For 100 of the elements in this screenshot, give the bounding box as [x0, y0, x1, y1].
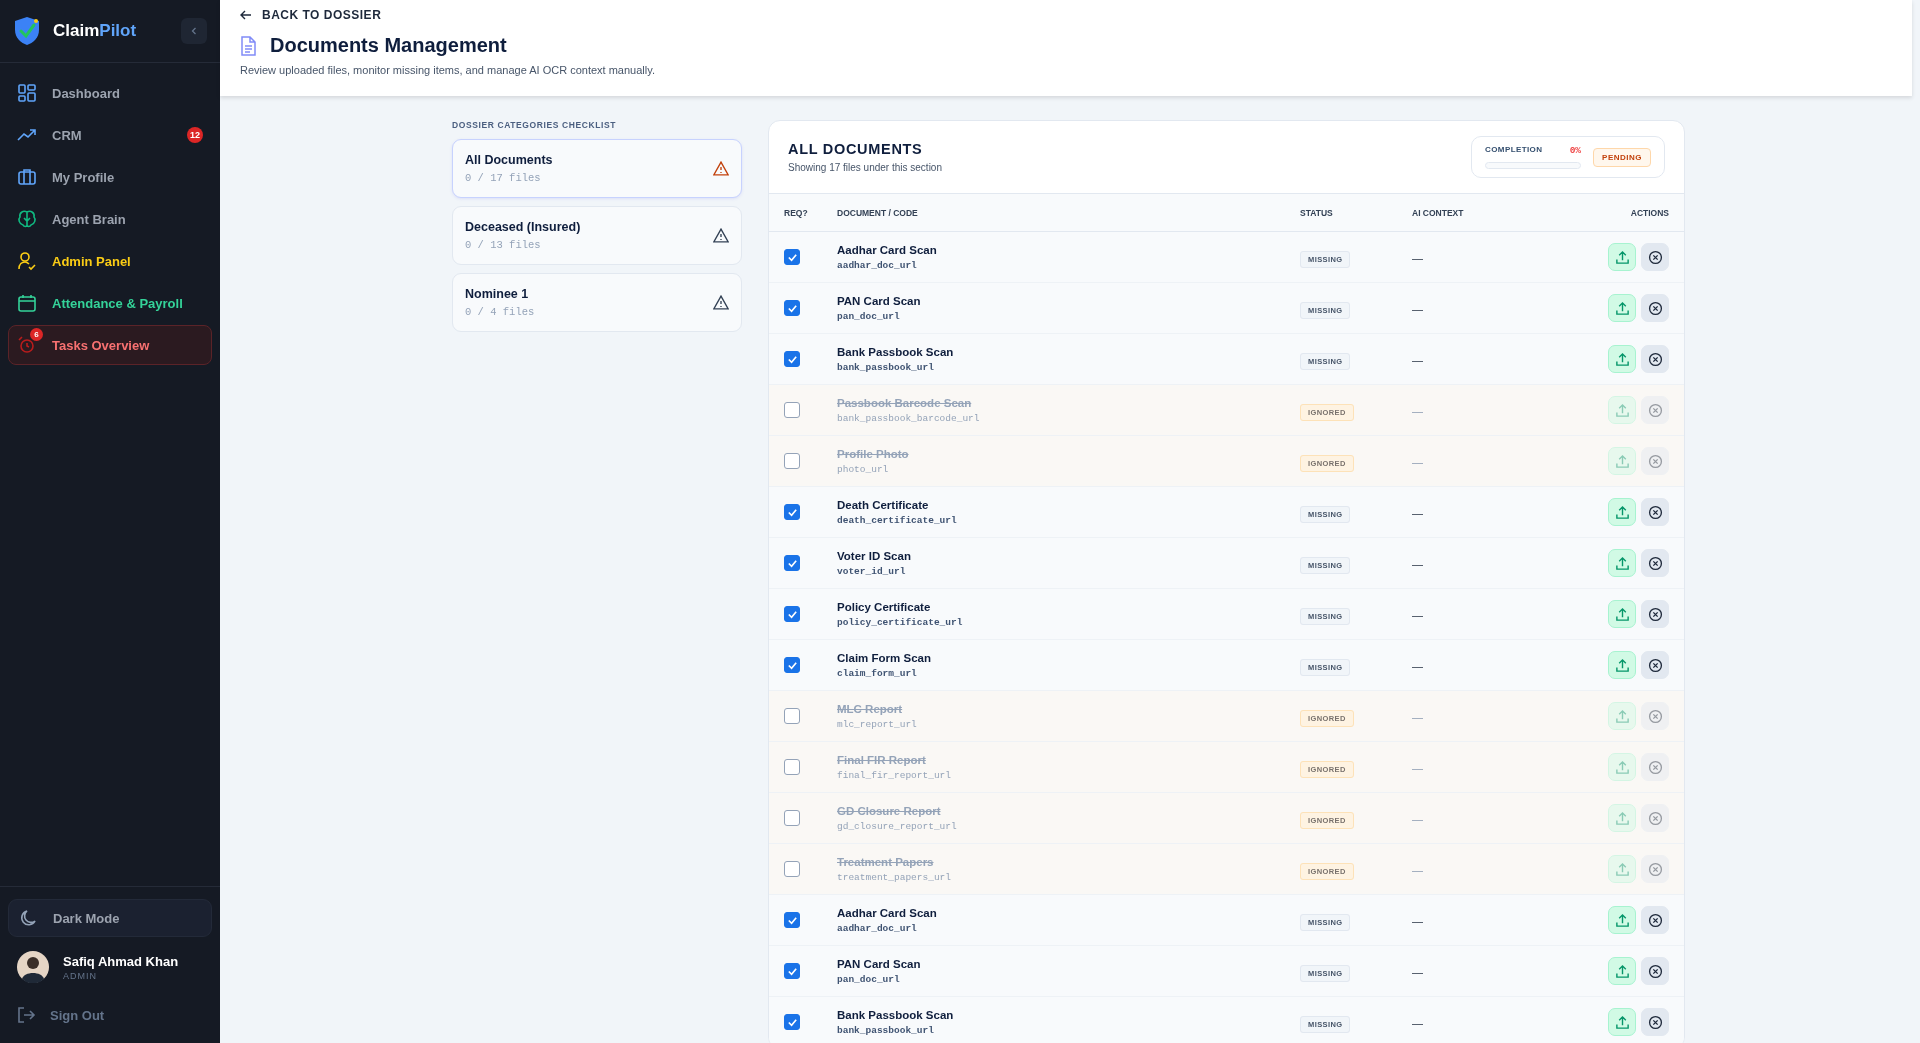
- remove-button[interactable]: [1641, 294, 1669, 322]
- document-code: photo_url: [837, 463, 890, 475]
- document-name: Passbook Barcode Scan: [837, 396, 973, 409]
- completion-label: COMPLETION: [1485, 145, 1543, 156]
- upload-button[interactable]: [1608, 345, 1636, 373]
- upload-button[interactable]: [1608, 1008, 1636, 1036]
- close-circle-icon: [1647, 759, 1663, 775]
- document-name: Bank Passbook Scan: [837, 345, 955, 358]
- ai-context-value: —: [1412, 711, 1423, 723]
- remove-button[interactable]: [1641, 498, 1669, 526]
- check-icon: [786, 1016, 798, 1028]
- dark-mode-button[interactable]: Dark Mode: [8, 899, 212, 937]
- nav-item[interactable]: CRM 12: [8, 115, 212, 155]
- ai-context-value: —: [1412, 354, 1423, 366]
- user-role: ADMIN: [63, 970, 98, 981]
- nav-item[interactable]: Admin Panel: [8, 241, 212, 281]
- document-code: bank_passbook_barcode_url: [837, 412, 981, 424]
- checkbox[interactable]: [784, 963, 800, 979]
- category-name: Nominee 1: [465, 287, 530, 301]
- upload-button[interactable]: [1608, 906, 1636, 934]
- upload-button[interactable]: [1608, 243, 1636, 271]
- upload-button[interactable]: [1608, 549, 1636, 577]
- upload-icon: [1614, 810, 1630, 826]
- category-name: Deceased (Insured): [465, 220, 581, 234]
- checkbox[interactable]: [784, 912, 800, 928]
- calendar-icon: [17, 293, 37, 313]
- checkbox[interactable]: [784, 1014, 800, 1030]
- ai-context-value: —: [1412, 456, 1423, 468]
- upload-button[interactable]: [1608, 753, 1636, 781]
- upload-button[interactable]: [1608, 804, 1636, 832]
- page-title: Documents Management: [270, 34, 507, 57]
- remove-button[interactable]: [1641, 600, 1669, 628]
- check-icon: [786, 557, 798, 569]
- upload-button[interactable]: [1608, 447, 1636, 475]
- check-icon: [786, 353, 798, 365]
- user-name: Safiq Ahmad Khan: [63, 953, 179, 969]
- upload-icon: [1614, 351, 1630, 367]
- close-circle-icon: [1647, 861, 1663, 877]
- ai-context-value: —: [1412, 303, 1423, 315]
- remove-button[interactable]: [1641, 549, 1669, 577]
- upload-icon: [1614, 759, 1630, 775]
- ai-context-value: —: [1412, 558, 1423, 570]
- category-card[interactable]: Deceased (Insured) 0 / 13 files: [452, 206, 742, 265]
- nav-item[interactable]: Attendance & Payroll: [8, 283, 212, 323]
- check-icon: [786, 914, 798, 926]
- document-code: treatment_papers_url: [837, 871, 953, 883]
- close-circle-icon: [1647, 708, 1663, 724]
- nav-item[interactable]: My Profile: [8, 157, 212, 197]
- upload-button[interactable]: [1608, 294, 1636, 322]
- checkbox[interactable]: [784, 249, 800, 265]
- card-subtitle: Showing 17 files under this section: [788, 162, 942, 173]
- upload-button[interactable]: [1608, 702, 1636, 730]
- upload-icon: [1614, 708, 1630, 724]
- user-check-icon: [17, 251, 37, 271]
- nav-item[interactable]: Agent Brain: [8, 199, 212, 239]
- upload-button[interactable]: [1608, 957, 1636, 985]
- checkbox[interactable]: [784, 453, 800, 469]
- document-code: claim_form_url: [837, 667, 918, 679]
- nav-item[interactable]: 6 Tasks Overview: [8, 325, 212, 365]
- checkbox[interactable]: [784, 300, 800, 316]
- status-tag: PENDING: [1593, 147, 1651, 167]
- checkbox[interactable]: [784, 351, 800, 367]
- category-card[interactable]: All Documents 0 / 17 files: [452, 139, 742, 198]
- checkbox[interactable]: [784, 504, 800, 520]
- remove-button[interactable]: [1641, 906, 1669, 934]
- checkbox[interactable]: [784, 402, 800, 418]
- remove-button[interactable]: [1641, 345, 1669, 373]
- upload-button[interactable]: [1608, 396, 1636, 424]
- checkbox[interactable]: [784, 708, 800, 724]
- remove-button[interactable]: [1641, 1008, 1669, 1036]
- checkbox[interactable]: [784, 861, 800, 877]
- upload-button[interactable]: [1608, 651, 1636, 679]
- checkbox[interactable]: [784, 810, 800, 826]
- category-card[interactable]: Nominee 1 0 / 4 files: [452, 273, 742, 332]
- upload-button[interactable]: [1608, 498, 1636, 526]
- remove-button[interactable]: [1641, 957, 1669, 985]
- remove-button[interactable]: [1641, 651, 1669, 679]
- category-name: All Documents: [465, 153, 553, 167]
- checkbox[interactable]: [784, 759, 800, 775]
- checkbox[interactable]: [784, 606, 800, 622]
- warning-icon: [713, 161, 729, 176]
- upload-button[interactable]: [1608, 600, 1636, 628]
- briefcase-icon: [17, 167, 37, 187]
- upload-icon: [1614, 555, 1630, 571]
- brain-icon: [17, 209, 37, 229]
- close-circle-icon: [1647, 963, 1663, 979]
- document-name: PAN Card Scan: [837, 294, 922, 307]
- remove-button[interactable]: [1641, 243, 1669, 271]
- checkbox[interactable]: [784, 555, 800, 571]
- document-code: death_certificate_url: [837, 514, 958, 526]
- back-link[interactable]: BACK TO DOSSIER: [240, 8, 382, 22]
- nav-item[interactable]: Dashboard: [8, 73, 212, 113]
- document-code: pan_doc_url: [837, 973, 901, 985]
- document-name: Death Certificate: [837, 498, 930, 511]
- upload-icon: [1614, 504, 1630, 520]
- sign-out-button[interactable]: Sign Out: [8, 997, 212, 1033]
- upload-button[interactable]: [1608, 855, 1636, 883]
- checkbox[interactable]: [784, 657, 800, 673]
- close-circle-icon: [1647, 504, 1663, 520]
- check-icon: [786, 302, 798, 314]
